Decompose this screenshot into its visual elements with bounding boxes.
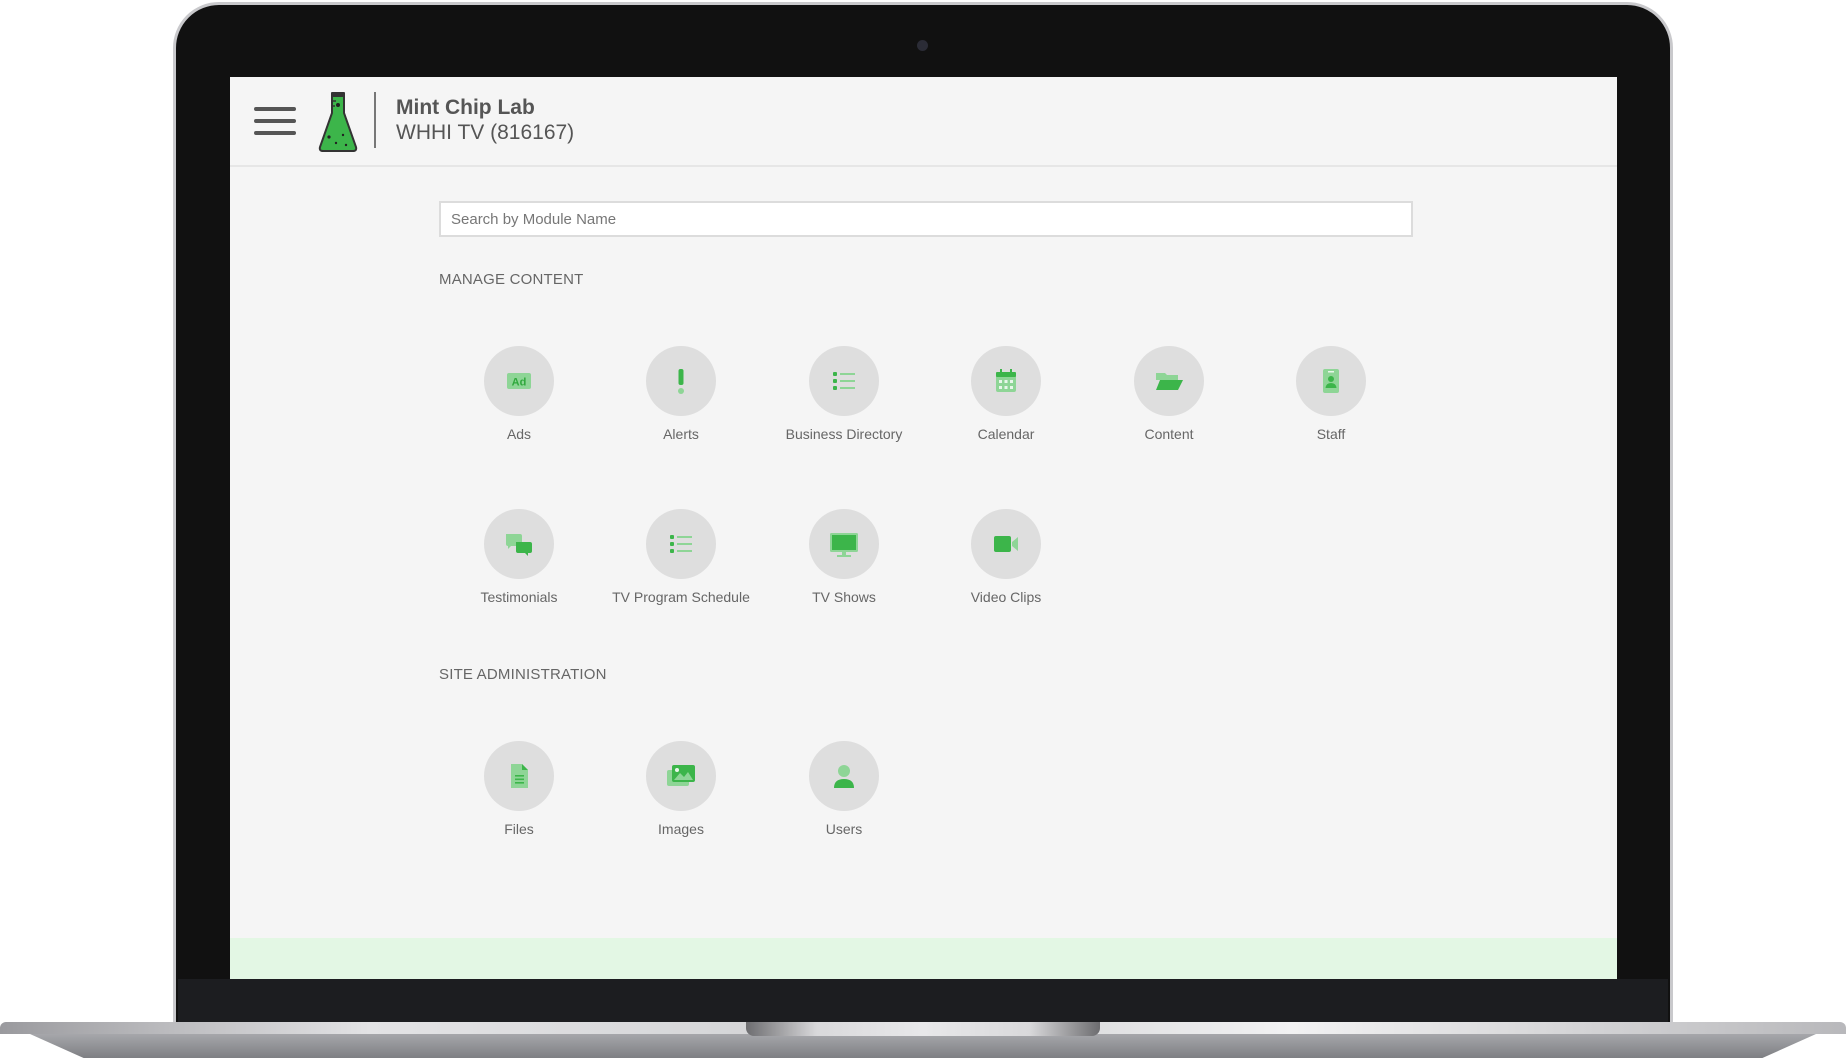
exclamation-icon <box>678 369 684 394</box>
list-icon <box>833 372 855 390</box>
module-label: Images <box>658 821 704 837</box>
comments-icon <box>506 534 532 556</box>
module-icon-circle <box>646 346 716 416</box>
module-label: Users <box>825 821 863 837</box>
ad-icon: Ad <box>507 373 531 389</box>
module-label: Ads <box>506 426 532 442</box>
module-icon-circle <box>809 741 879 811</box>
camera-icon <box>917 40 928 51</box>
module-icon-circle <box>1296 346 1366 416</box>
module-icon-circle <box>646 509 716 579</box>
folder-open-icon <box>1156 373 1183 390</box>
module-label: Content <box>1144 426 1194 442</box>
module-ads[interactable]: Ad Ads <box>444 346 594 456</box>
tv-icon <box>830 533 858 557</box>
header-divider <box>374 92 376 148</box>
calendar-icon <box>996 369 1016 392</box>
module-images[interactable]: Images <box>606 741 756 851</box>
module-icon-circle <box>484 741 554 811</box>
module-label: TV Shows <box>812 589 876 605</box>
section-title-site-administration: SITE ADMINISTRATION <box>439 666 607 683</box>
module-tv-program-schedule[interactable]: TV Program Schedule <box>606 509 756 619</box>
module-label: Testimonials <box>480 589 558 605</box>
module-video-clips[interactable]: Video Clips <box>931 509 1081 619</box>
id-badge-icon <box>1323 369 1339 393</box>
module-label: Business Directory <box>785 426 903 442</box>
module-icon-circle <box>809 509 879 579</box>
menu-bar <box>254 119 296 123</box>
module-users[interactable]: Users <box>769 741 919 851</box>
user-icon <box>834 765 854 788</box>
video-camera-icon <box>994 536 1018 552</box>
module-icon-circle <box>1134 346 1204 416</box>
app-screen: Mint Chip Lab WHHI TV (816167) MANAGE CO… <box>230 77 1617 979</box>
menu-bar <box>254 107 296 111</box>
site-name: WHHI TV (816167) <box>396 121 575 144</box>
module-staff[interactable]: Staff <box>1256 346 1406 456</box>
module-icon-circle <box>971 509 1041 579</box>
module-search-input[interactable] <box>439 201 1413 237</box>
module-icon-circle: Ad <box>484 346 554 416</box>
section-title-manage-content: MANAGE CONTENT <box>439 271 584 288</box>
module-files[interactable]: Files <box>444 741 594 851</box>
module-label: Alerts <box>663 426 699 442</box>
list-icon <box>670 535 692 553</box>
org-name: Mint Chip Lab <box>396 96 535 119</box>
module-tv-shows[interactable]: TV Shows <box>769 509 919 619</box>
laptop-base <box>0 1022 1846 1058</box>
app-header: Mint Chip Lab WHHI TV (816167) <box>230 77 1617 167</box>
module-alerts[interactable]: Alerts <box>606 346 756 456</box>
laptop-bezel <box>178 979 1668 1024</box>
module-label: Files <box>504 821 534 837</box>
module-label: Video Clips <box>970 589 1042 605</box>
module-calendar[interactable]: Calendar <box>931 346 1081 456</box>
module-label: TV Program Schedule <box>612 589 750 605</box>
module-icon-circle <box>484 509 554 579</box>
module-business-directory[interactable]: Business Directory <box>769 346 919 456</box>
module-icon-circle <box>646 741 716 811</box>
module-content[interactable]: Content <box>1094 346 1244 456</box>
page-footer <box>230 938 1617 979</box>
file-icon <box>511 764 528 788</box>
laptop-base-body <box>30 1034 1816 1058</box>
svg-text:Ad: Ad <box>512 377 527 389</box>
flask-logo-icon <box>318 92 358 152</box>
module-testimonials[interactable]: Testimonials <box>444 509 594 619</box>
module-label: Staff <box>1316 426 1346 442</box>
images-icon <box>667 765 695 786</box>
menu-button[interactable] <box>254 107 296 135</box>
module-icon-circle <box>809 346 879 416</box>
laptop-notch <box>746 1022 1100 1036</box>
menu-bar <box>254 131 296 135</box>
module-icon-circle <box>971 346 1041 416</box>
module-label: Calendar <box>977 426 1035 442</box>
